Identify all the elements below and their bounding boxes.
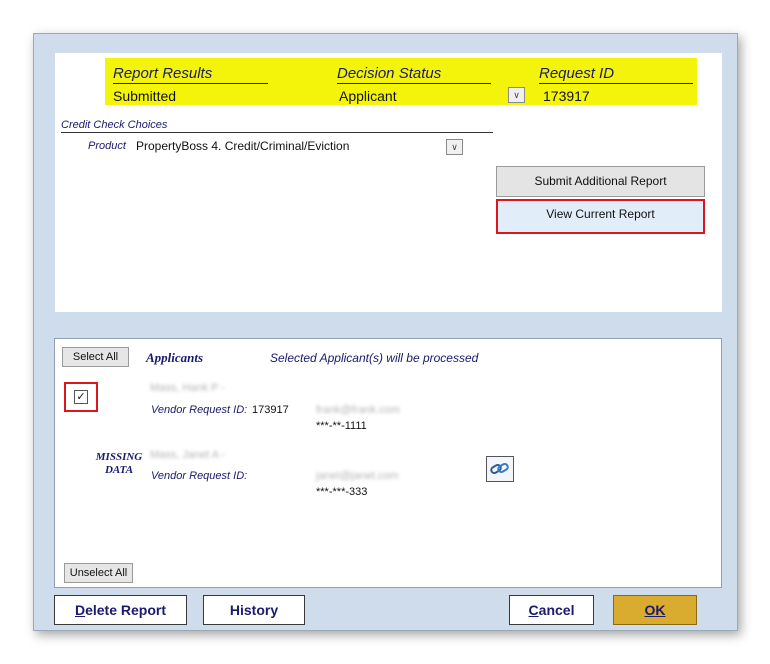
delete-report-hotkey: D <box>74 602 86 618</box>
ok-button[interactable]: OK <box>613 595 697 625</box>
chevron-down-icon: ∨ <box>513 90 520 100</box>
chevron-down-icon: ∨ <box>451 142 458 152</box>
ok-hotkey: O <box>644 602 656 618</box>
applicant-2-name: Mass, Janet A - <box>150 449 226 461</box>
cancel-button[interactable]: Cancel <box>509 595 594 625</box>
applicant-2-link-button[interactable] <box>486 456 514 482</box>
applicant-1-email: frank@frank.com <box>316 404 400 416</box>
delete-report-button[interactable]: Delete Report <box>54 595 187 625</box>
selected-applicants-note: Selected Applicant(s) will be processed <box>270 351 479 365</box>
applicant-checkbox-highlight: ✓ <box>64 382 98 412</box>
missing-data-line1: MISSING <box>95 451 143 463</box>
applicant-2-vendor-label: Vendor Request ID: <box>151 470 248 482</box>
applicants-panel: Select All Applicants Selected Applicant… <box>54 338 722 588</box>
checkmark-icon: ✓ <box>76 391 86 403</box>
missing-data-label: MISSING DATA <box>93 451 145 477</box>
product-dropdown[interactable]: ∨ <box>446 139 463 155</box>
applicant-2-ssn: ***-***-333 <box>316 486 368 498</box>
missing-data-line2: DATA <box>104 464 134 476</box>
report-status-band: Report Results Submitted Decision Status… <box>105 58 697 105</box>
credit-check-label: Credit Check Choices <box>61 119 168 131</box>
decision-status-value[interactable]: Applicant <box>339 88 397 104</box>
applicant-1-vendor-label: Vendor Request ID: <box>151 404 248 416</box>
submit-additional-report-button[interactable]: Submit Additional Report <box>496 166 705 197</box>
applicant-2-email: janet@janet.com <box>316 470 399 482</box>
report-results-header: Report Results <box>113 65 268 84</box>
decision-status-header: Decision Status <box>337 65 491 84</box>
decision-status-dropdown[interactable]: ∨ <box>508 87 525 103</box>
applicant-1-ssn: ***-**-1111 <box>316 420 367 432</box>
product-select[interactable]: PropertyBoss 4. Credit/Criminal/Eviction <box>136 139 349 153</box>
section-divider <box>61 132 493 133</box>
link-chain-icon <box>490 463 509 474</box>
applicant-1-checkbox[interactable]: ✓ <box>74 390 88 404</box>
report-panel: Report Results Submitted Decision Status… <box>55 53 722 312</box>
delete-report-label: elete Report <box>85 602 167 618</box>
request-id-header: Request ID <box>539 65 693 84</box>
applicant-report-dialog: Report Results Submitted Decision Status… <box>33 33 738 631</box>
applicant-1-vendor-id: 173917 <box>252 404 289 416</box>
report-results-value: Submitted <box>113 88 177 104</box>
cancel-label: ancel <box>538 602 575 618</box>
unselect-all-button[interactable]: Unselect All <box>64 563 133 583</box>
applicant-1-name: Mass, Hank P - <box>150 382 225 394</box>
select-all-button[interactable]: Select All <box>62 347 129 367</box>
product-label: Product <box>88 140 126 152</box>
view-current-report-button[interactable]: View Current Report <box>496 199 705 234</box>
applicants-title: Applicants <box>146 350 204 365</box>
cancel-hotkey: C <box>528 602 539 618</box>
history-button[interactable]: History <box>203 595 305 625</box>
ok-label: K <box>655 602 666 618</box>
request-id-value: 173917 <box>543 88 590 104</box>
